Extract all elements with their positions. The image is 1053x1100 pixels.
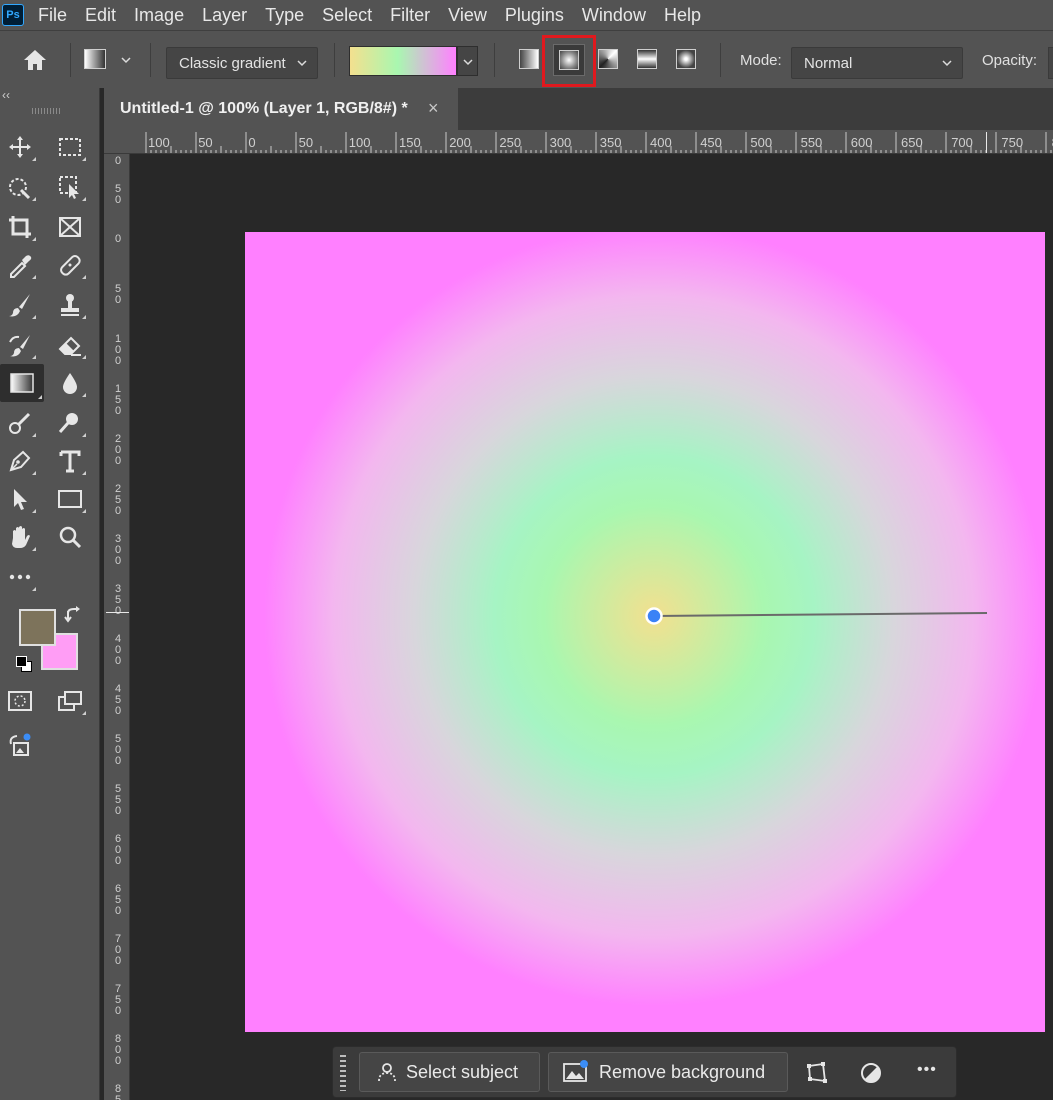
half-circle-icon [861,1063,881,1083]
gradient-drag-line [645,607,988,625]
remove-background-button[interactable]: Remove background [548,1052,788,1092]
select-subject-label: Select subject [406,1061,519,1082]
gradient-start-point [645,607,663,625]
contextual-task-bar: Select subject Remove background ••• [332,1046,957,1098]
taskbar-grip[interactable] [340,1055,346,1091]
transform-button[interactable] [801,1057,833,1089]
transform-icon [807,1062,827,1083]
remove-background-label: Remove background [599,1061,766,1082]
remove-background-icon [563,1060,588,1082]
adjustment-button[interactable] [855,1057,887,1089]
more-options-button[interactable]: ••• [917,1061,937,1079]
select-subject-icon [378,1063,396,1082]
select-subject-button[interactable]: Select subject [359,1052,540,1092]
